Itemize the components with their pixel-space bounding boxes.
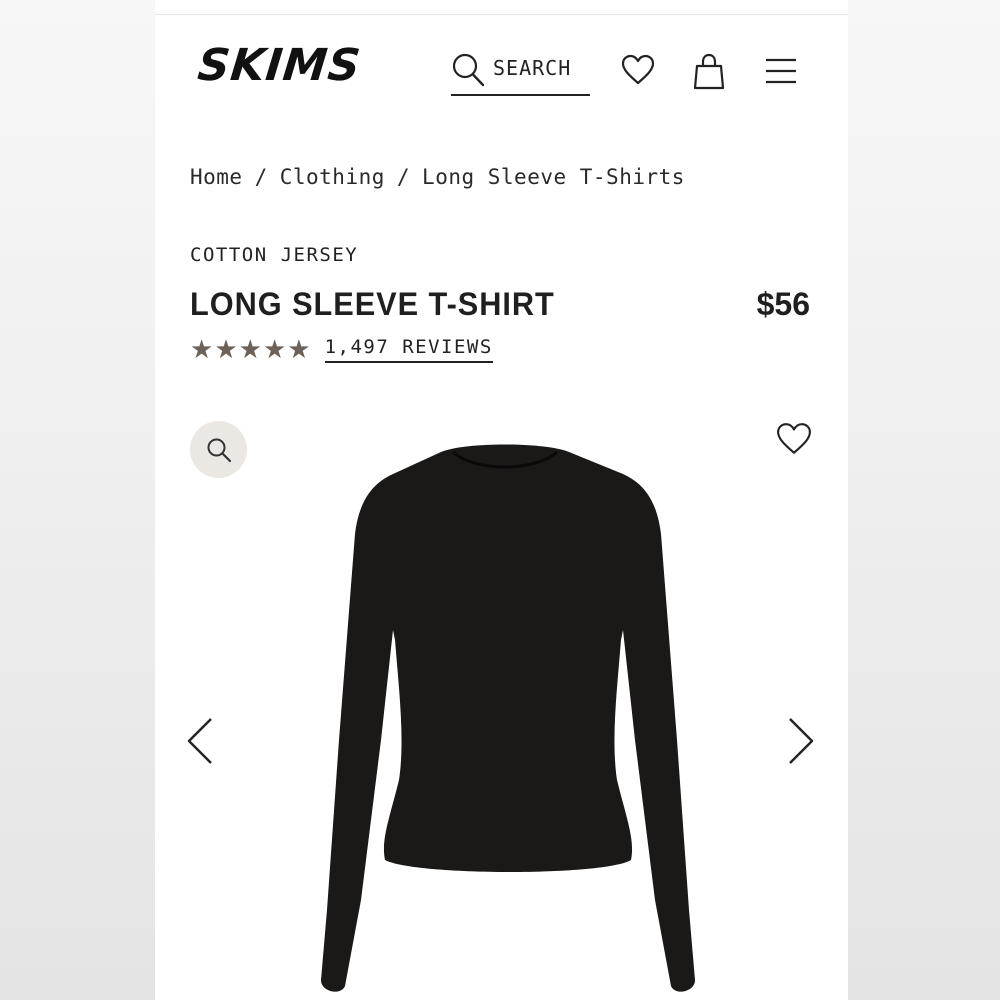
breadcrumb-home[interactable]: Home: [190, 165, 243, 189]
product-collection: COTTON JERSEY: [190, 244, 359, 266]
right-backdrop: [848, 0, 1000, 1000]
breadcrumb-clothing[interactable]: Clothing: [280, 165, 385, 189]
heart-icon: [777, 423, 811, 454]
reviews-link[interactable]: 1,497 REVIEWS: [324, 336, 493, 363]
search-bar[interactable]: SEARCH: [451, 50, 590, 96]
heart-icon: [621, 54, 655, 85]
chevron-left-icon: [187, 718, 212, 764]
breadcrumb-separator: /: [396, 165, 411, 189]
star-icon: ★: [262, 334, 287, 365]
zoom-button[interactable]: [190, 421, 247, 478]
image-favorite-button[interactable]: [776, 422, 812, 460]
star-icon: ★: [287, 334, 311, 365]
product-page: SKIMS SEARCH Home / Clothing / Long Sleeve T…: [155, 0, 848, 1000]
previous-image-button[interactable]: [185, 716, 215, 770]
product-rating: ★ ★ ★ ★ ★ 1,497 REVIEWS: [190, 336, 493, 363]
product-image: [305, 440, 715, 1000]
search-icon: [452, 53, 485, 87]
magnifier-icon: [207, 438, 231, 462]
breadcrumb-separator: /: [254, 165, 268, 189]
left-backdrop: [0, 0, 155, 1000]
star-icon: ★: [190, 334, 214, 365]
brand-logo[interactable]: SKIMS: [195, 40, 363, 91]
star-rating: ★ ★ ★ ★ ★: [190, 337, 311, 363]
menu-button[interactable]: [765, 58, 797, 88]
product-price: $56: [756, 286, 810, 322]
wishlist-button[interactable]: [621, 54, 655, 90]
star-icon: ★: [214, 334, 238, 365]
long-sleeve-shirt-image: [321, 444, 695, 992]
product-title: LONG SLEEVE T-SHIRT: [190, 286, 555, 322]
search-label: SEARCH: [493, 56, 572, 80]
next-image-button[interactable]: [786, 716, 816, 770]
top-divider: [155, 14, 848, 15]
cart-button[interactable]: [693, 52, 725, 94]
shopping-bag-icon: [693, 53, 725, 90]
hamburger-menu-icon: [766, 58, 796, 84]
breadcrumb-long-sleeve-t-shirts[interactable]: Long Sleeve T-Shirts: [422, 165, 685, 189]
star-icon: ★: [238, 334, 262, 365]
chevron-right-icon: [789, 718, 814, 764]
breadcrumb: Home / Clothing / Long Sleeve T-Shirts: [190, 165, 685, 189]
